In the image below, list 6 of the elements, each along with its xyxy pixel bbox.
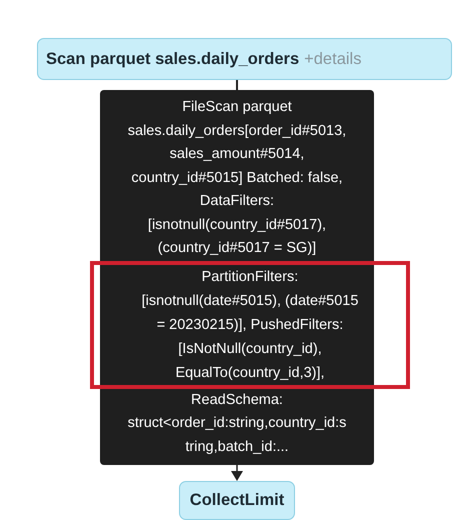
highlighted-text: PartitionFilters: [isnotnull(date#5015), (date#5015 = 20230215)], PushedFilters: [IsNotNull(country_id), EqualTo(country_id,3)], [90,260,410,388]
tooltip-text: FileScan parquet sales.daily_orders[order_id#5013, sales_amount#5014, country_id#5015] Batched: false, DataFilters: [isnotnull(country_id#5017), (country_id#5017 = SG)] [126,98,348,258]
scan-node[interactable]: Scan parquet sales.daily_orders +details [37,38,452,80]
tooltip-text: ReadSchema: struct<order_id:string,country_id:s tring,batch_id:... [126,390,348,456]
node-title: Scan parquet sales.daily_orders [46,50,300,68]
collect-node[interactable]: CollectLimit [178,481,296,520]
